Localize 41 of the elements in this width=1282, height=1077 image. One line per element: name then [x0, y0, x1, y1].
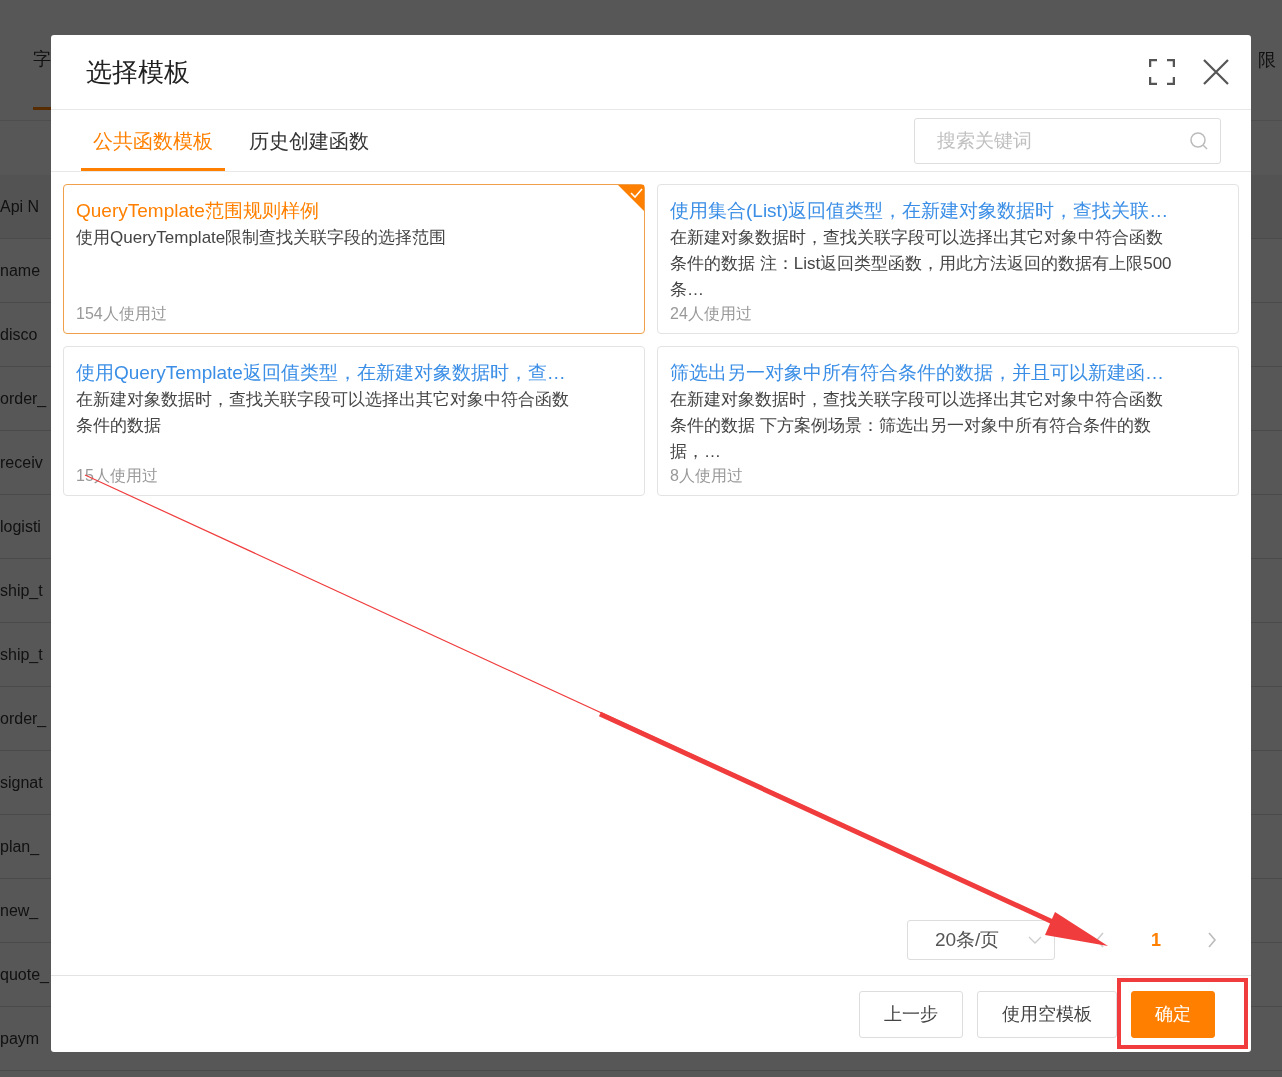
background-table-cell: receiv: [0, 453, 43, 472]
template-description: 在新建对象数据时，查找关联字段可以选择出其它对象中符合函数条件的数据 注：List返回类型函数，用此方法返回的数据有上限500条…: [670, 227, 1173, 301]
usage-count: 154人使用过: [76, 304, 168, 324]
background-table-cell: order_: [0, 709, 47, 728]
chevron-down-icon: [1028, 936, 1042, 944]
search-icon: [1189, 130, 1209, 151]
template-description: 在新建对象数据时，查找关联字段可以选择出其它对象中符合函数条件的数据: [76, 389, 570, 437]
template-title: 使用集合(List)返回值类型，在新建对象数据时，查找关联…: [670, 199, 1170, 223]
template-card[interactable]: QueryTemplate范围规则样例 使用QueryTemplate限制查找关联字段的选择范围 154人使用过: [63, 184, 645, 334]
background-tab-label: 限: [1258, 49, 1276, 72]
background-table-cell: disco: [0, 325, 38, 344]
dialog-button[interactable]: 使用空模板: [977, 990, 1117, 1038]
background-table-cell: new_: [0, 901, 39, 920]
template-title: 使用QueryTemplate返回值类型，在新建对象数据时，查…: [76, 361, 567, 385]
usage-count: 8人使用过: [670, 466, 744, 486]
background-table-cell: ship_t: [0, 581, 43, 600]
usage-count: 15人使用过: [76, 466, 159, 486]
template-description: 在新建对象数据时，查找关联字段可以选择出其它对象中符合函数条件的数据 下方案例场景：筛选出另一对象中所有符合条件的数据，…: [670, 389, 1164, 463]
background-table-cell: order_: [0, 389, 47, 408]
template-description: 使用QueryTemplate限制查找关联字段的选择范围: [76, 227, 448, 249]
background-table-cell: plan_: [0, 837, 40, 856]
background-table-cell: name: [0, 261, 41, 280]
background-table-cell: ship_t: [0, 645, 43, 664]
dialog-button[interactable]: 上一步: [859, 990, 963, 1038]
template-card[interactable]: 使用集合(List)返回值类型，在新建对象数据时，查找关联… 在新建对象数据时，查找关联字段可以选择出其它对象中符合函数条件的数据 注：List返回类型函数，用此方法返回的数据有上限500条… 24人使用过: [657, 184, 1239, 334]
close-icon[interactable]: [1203, 59, 1229, 85]
background-table-cell: quote_: [0, 965, 49, 984]
usage-count: 24人使用过: [670, 304, 753, 324]
fullscreen-icon[interactable]: [1149, 59, 1175, 85]
tab[interactable]: 历史创建函数: [237, 128, 381, 171]
template-card[interactable]: 使用QueryTemplate返回值类型，在新建对象数据时，查… 在新建对象数据时，查找关联字段可以选择出其它对象中符合函数条件的数据 15人使用过: [63, 346, 645, 496]
template-title: QueryTemplate范围规则样例: [76, 199, 320, 223]
background-table-cell: Api N: [0, 197, 40, 216]
search-field[interactable]: 搜索关键词: [914, 117, 1221, 164]
background-table-cell: signat: [0, 773, 43, 792]
dialog-title: 选择模板: [86, 55, 191, 89]
template-title: 筛选出另一对象中所有符合条件的数据，并且可以新建函…: [670, 361, 1165, 385]
background-table-cell: paym: [0, 1029, 40, 1048]
background-table-cell: logisti: [0, 517, 41, 536]
template-card[interactable]: 筛选出另一对象中所有符合条件的数据，并且可以新建函… 在新建对象数据时，查找关联字段可以选择出其它对象中符合函数条件的数据 下方案例场景：筛选出另一对象中所有符合条件的数据，… 8人使用过: [657, 346, 1239, 496]
selected-corner-check-icon: [618, 185, 644, 211]
